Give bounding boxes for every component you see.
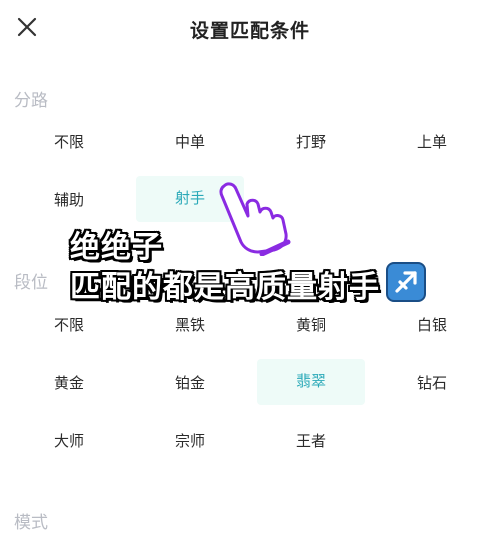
section-label-rank: 段位 (14, 273, 48, 293)
rank-option-king[interactable]: 王者 (262, 419, 360, 463)
page-title: 设置匹配条件 (189, 20, 310, 42)
lane-option-top[interactable]: 上单 (383, 120, 481, 164)
overlay-caption-line2: 匹配的都是高质量射手 (70, 270, 380, 305)
rank-option-iron[interactable]: 黑铁 (141, 303, 239, 347)
sagittarius-icon (386, 262, 426, 302)
overlay-caption-line1: 绝绝子 (70, 230, 163, 265)
section-label-mode: 模式 (14, 513, 48, 533)
rank-option-diamond[interactable]: 钻石 (383, 361, 481, 405)
lane-option-any[interactable]: 不限 (20, 120, 118, 164)
pointing-hand-icon (219, 182, 291, 256)
rank-option-master[interactable]: 大师 (20, 419, 118, 463)
lane-option-support[interactable]: 辅助 (20, 178, 118, 222)
lane-option-jungle[interactable]: 打野 (262, 120, 360, 164)
rank-option-grandmaster[interactable]: 宗师 (141, 419, 239, 463)
rank-option-bronze[interactable]: 黄铜 (262, 303, 360, 347)
rank-option-gold[interactable]: 黄金 (20, 361, 118, 405)
rank-option-emerald[interactable]: 翡翠 (257, 359, 365, 405)
section-label-lane: 分路 (14, 91, 48, 111)
rank-option-platinum[interactable]: 铂金 (141, 361, 239, 405)
rank-option-any[interactable]: 不限 (20, 303, 118, 347)
lane-option-mid[interactable]: 中单 (141, 120, 239, 164)
rank-option-silver[interactable]: 白银 (383, 303, 481, 347)
